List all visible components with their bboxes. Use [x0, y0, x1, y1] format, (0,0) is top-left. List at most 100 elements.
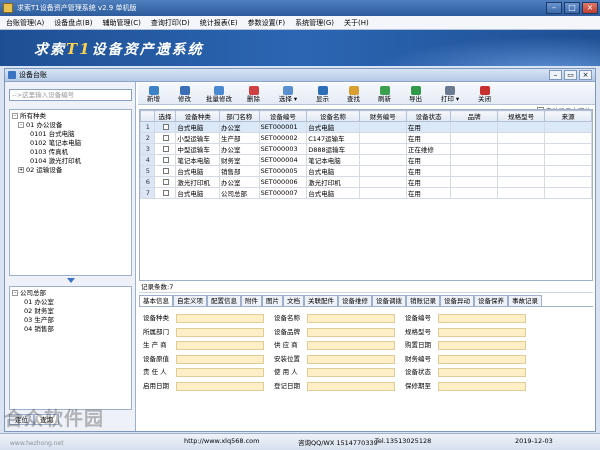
column-header[interactable]: 财务编号: [358, 110, 407, 122]
field-input[interactable]: [307, 327, 395, 337]
column-header[interactable]: 设备状态: [405, 110, 452, 122]
column-header[interactable]: 来源: [544, 110, 592, 122]
field-input[interactable]: [438, 327, 526, 337]
tree-node[interactable]: 0101 台式电脑: [12, 130, 131, 139]
department-tree[interactable]: - 公司总部 01 办公室 02 财务室 03 生产部 04 销售部: [9, 286, 132, 410]
table-row[interactable]: 1 台式电脑 办公室 SET000001 台式电脑 在用: [140, 121, 592, 133]
detail-tab[interactable]: 设备异动: [440, 295, 474, 306]
table-row[interactable]: 5 台式电脑 销售部 SET000005 台式电脑 在用: [140, 165, 592, 177]
row-select-checkbox[interactable]: [162, 157, 169, 163]
detail-tab[interactable]: 自定义项: [173, 295, 207, 306]
field-input[interactable]: [438, 368, 526, 377]
column-header[interactable]: 规格型号: [496, 110, 546, 122]
field-input[interactable]: [176, 341, 264, 350]
table-row[interactable]: 7 台式电脑 公司总部 SET000007 台式电脑 在用: [140, 187, 592, 199]
detail-tab[interactable]: 基本信息: [139, 295, 173, 306]
detail-tab[interactable]: 图片: [262, 295, 283, 306]
splitter-arrow-icon[interactable]: [67, 278, 75, 283]
row-select-checkbox[interactable]: [162, 146, 169, 152]
menu-about[interactable]: 关于(H): [344, 18, 369, 28]
category-tree[interactable]: - 所有种类 -01 办公设备 0101 台式电脑 0102 笔记本电脑 0103 传真机…: [9, 109, 132, 276]
collapse-icon[interactable]: -: [18, 122, 24, 128]
column-header[interactable]: 品牌: [450, 110, 498, 122]
menu-aux[interactable]: 辅助管理(C): [103, 18, 141, 28]
refresh-button[interactable]: 刷新: [369, 86, 400, 104]
field-input[interactable]: [176, 354, 264, 364]
row-select-checkbox[interactable]: [162, 135, 169, 141]
batch-edit-button[interactable]: 批量修改: [200, 86, 238, 104]
field-input[interactable]: [307, 314, 395, 323]
row-select-checkbox[interactable]: [162, 190, 169, 196]
menu-inventory[interactable]: 设备盘点(B): [54, 18, 92, 28]
row-select-checkbox[interactable]: [162, 168, 169, 174]
display-button[interactable]: 显示: [307, 86, 338, 104]
edit-button[interactable]: 修改: [169, 86, 200, 104]
add-button[interactable]: 新增: [138, 86, 169, 104]
field-input[interactable]: [307, 354, 395, 364]
field-input[interactable]: [438, 341, 526, 350]
minimize-button[interactable]: –: [546, 2, 562, 14]
expand-icon[interactable]: +: [18, 167, 24, 173]
table-row[interactable]: 2 小型运输车 生产部 SET000002 C147运输车 在用: [140, 132, 592, 144]
field-input[interactable]: [176, 314, 264, 323]
column-header[interactable]: 设备编号: [258, 110, 308, 122]
print-button[interactable]: 打印 ▾: [431, 86, 469, 104]
detail-tab[interactable]: 关联配件: [304, 295, 338, 306]
column-header[interactable]: 设备名称: [306, 110, 360, 122]
detail-tab[interactable]: 附件: [241, 295, 262, 306]
table-row[interactable]: 4 笔记本电脑 财务室 SET000004 笔记本电脑 在用: [140, 154, 592, 166]
menu-settings[interactable]: 参数设置(F): [248, 18, 286, 28]
detail-tab[interactable]: 文档: [283, 295, 304, 306]
field-input[interactable]: [438, 314, 526, 323]
field-input[interactable]: [307, 368, 395, 377]
detail-tab[interactable]: 销账记录: [406, 295, 440, 306]
field-input[interactable]: [176, 327, 264, 337]
tree-node[interactable]: 0103 传真机: [12, 148, 131, 157]
table-row[interactable]: 6 激光打印机 办公室 SET000006 激光打印机 在用: [140, 176, 592, 188]
table-row[interactable]: 3 中型运输车 办公室 SET000003 D888运输车 正在维修: [140, 143, 592, 155]
detail-tab[interactable]: 事故记录: [508, 295, 542, 306]
field-input[interactable]: [176, 381, 264, 391]
tree-node[interactable]: 0102 笔记本电脑: [12, 139, 131, 148]
column-header[interactable]: [140, 110, 155, 122]
field-input[interactable]: [307, 381, 395, 391]
tree-node[interactable]: - 公司总部: [12, 289, 131, 298]
inner-minimize-button[interactable]: –: [549, 70, 562, 80]
field-input[interactable]: [438, 354, 526, 364]
tree-node[interactable]: 0104 激光打印机: [12, 157, 131, 166]
detail-tab[interactable]: 设备维修: [338, 295, 372, 306]
row-select-checkbox[interactable]: [162, 124, 169, 130]
tree-node[interactable]: 04 销售部: [12, 325, 131, 334]
collapse-icon[interactable]: -: [12, 290, 18, 296]
tree-node[interactable]: 03 生产部: [12, 316, 131, 325]
close-button[interactable]: 关闭: [469, 86, 500, 104]
close-window-button[interactable]: ×: [582, 2, 598, 14]
field-input[interactable]: [176, 368, 264, 377]
export-button[interactable]: 导出: [400, 86, 431, 104]
detail-tab[interactable]: 配置信息: [207, 295, 241, 306]
menu-system[interactable]: 系统管理(G): [295, 18, 334, 28]
tree-node[interactable]: - 所有种类: [12, 112, 131, 121]
device-number-search-input[interactable]: -->这里输入设备编号: [9, 89, 132, 101]
tree-node[interactable]: 01 办公室: [12, 298, 131, 307]
column-header[interactable]: 选择: [153, 110, 177, 122]
menu-ledger[interactable]: 台账管理(A): [6, 18, 44, 28]
inner-close-button[interactable]: ×: [579, 70, 592, 80]
column-header[interactable]: 部门名称: [219, 110, 260, 122]
inner-restore-button[interactable]: ▭: [564, 70, 577, 80]
detail-tab[interactable]: 设备保养: [474, 295, 508, 306]
row-select-checkbox[interactable]: [162, 179, 169, 185]
field-input[interactable]: [307, 341, 395, 350]
find-button[interactable]: 查找: [338, 86, 369, 104]
delete-button[interactable]: 删除: [238, 86, 269, 104]
menu-query-print[interactable]: 查询打印(D): [151, 18, 190, 28]
detail-tab[interactable]: 设备调拨: [372, 295, 406, 306]
column-header[interactable]: 设备种类: [175, 110, 221, 122]
field-input[interactable]: [438, 381, 526, 391]
tree-node[interactable]: 02 财务室: [12, 307, 131, 316]
tree-node[interactable]: +02 运输设备: [12, 166, 131, 175]
select-button[interactable]: 选择 ▾: [269, 86, 307, 104]
menu-reports[interactable]: 统计报表(E): [200, 18, 238, 28]
collapse-icon[interactable]: -: [12, 113, 18, 119]
tree-node[interactable]: -01 办公设备: [12, 121, 131, 130]
